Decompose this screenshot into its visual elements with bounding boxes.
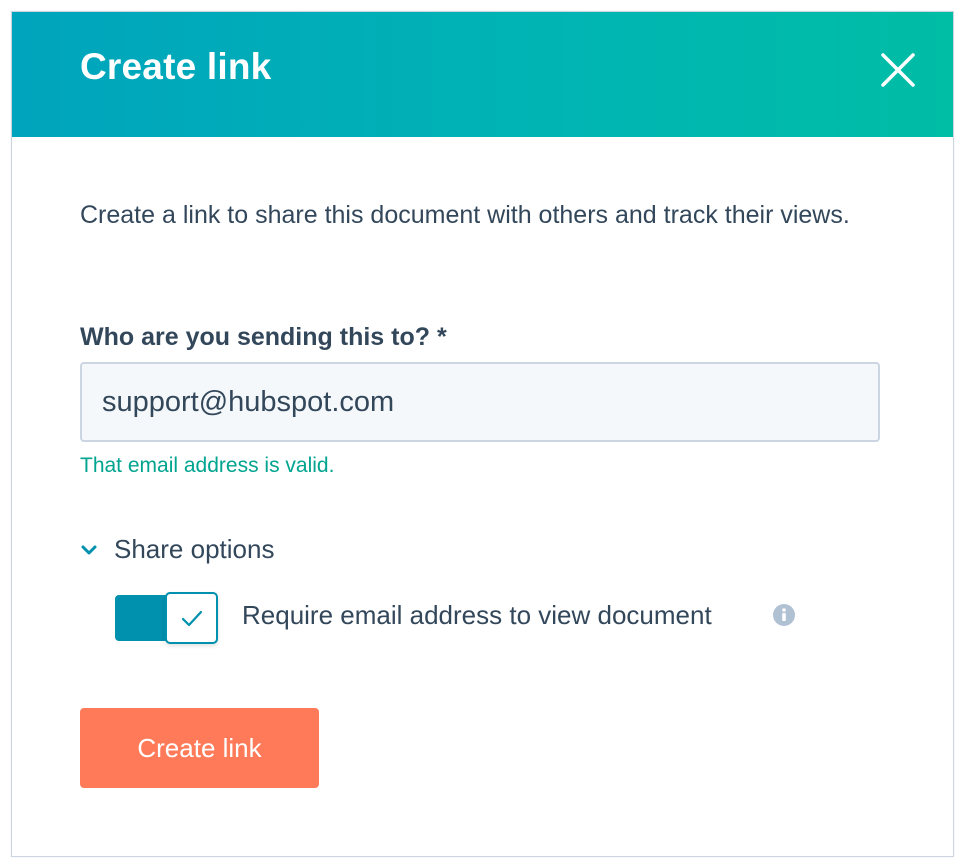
dialog-header: Create link <box>12 12 953 137</box>
recipient-email-input[interactable] <box>80 362 880 442</box>
info-icon[interactable] <box>773 604 795 626</box>
require-email-label: Require email address to view document <box>242 600 712 630</box>
chevron-down-icon <box>81 545 97 554</box>
create-link-button[interactable]: Create link <box>80 708 319 788</box>
require-email-switch[interactable] <box>115 592 220 644</box>
close-button[interactable] <box>881 53 915 87</box>
close-icon <box>881 53 915 87</box>
create-link-dialog: Create link Create a link to share this … <box>11 11 954 857</box>
dialog-description: Create a link to share this document wit… <box>80 201 850 229</box>
recipient-label: Who are you sending this to? * <box>80 323 447 351</box>
dialog-title: Create link <box>80 46 272 87</box>
checkmark-icon <box>181 610 203 627</box>
email-valid-message: That email address is valid. <box>80 454 335 477</box>
share-options-label: Share options <box>114 534 275 564</box>
switch-knob <box>165 592 218 644</box>
share-options-toggle[interactable]: Share options <box>80 534 274 565</box>
